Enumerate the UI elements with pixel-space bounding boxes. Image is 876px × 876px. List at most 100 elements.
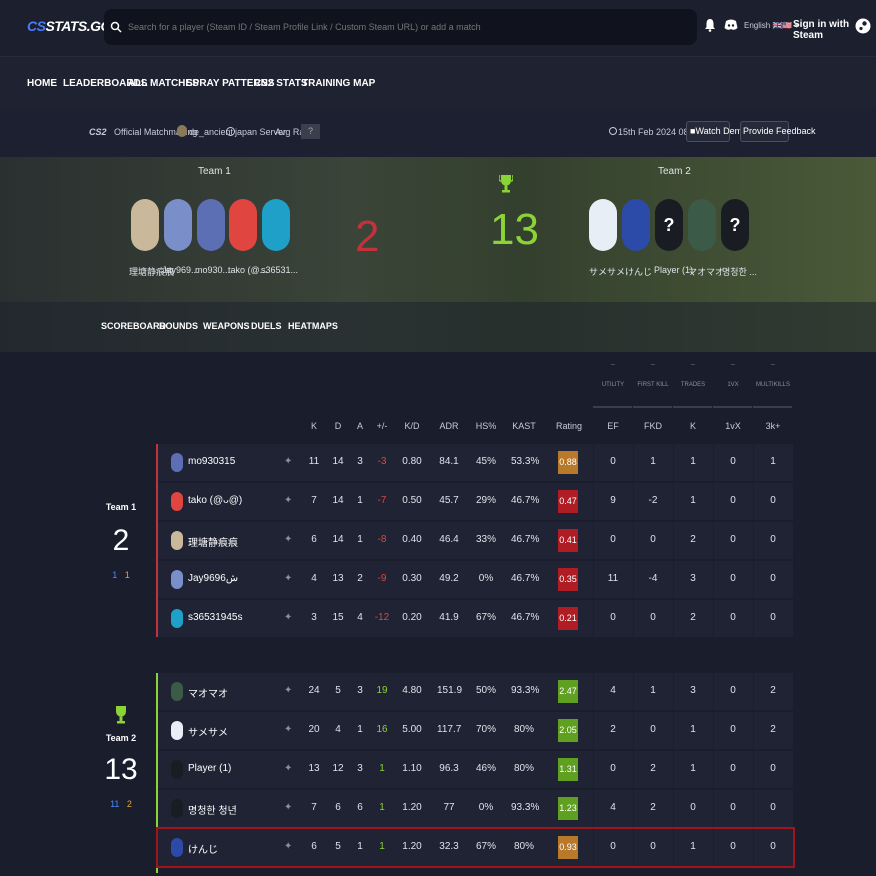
table-row[interactable]: サメサメ ✦ 20 4 1 16 5.00 117.7 70% 80% 2 0 1 0 2 2.05 xyxy=(158,712,793,749)
tab-scoreboard[interactable]: SCOREBOARD xyxy=(101,321,166,331)
search-bar[interactable] xyxy=(104,9,697,45)
stat-a: 3 xyxy=(357,685,363,696)
col-fkd[interactable]: FKD xyxy=(633,421,673,431)
feedback-button[interactable]: Provide Feedback xyxy=(740,121,816,142)
team2-avatar-3[interactable]: ? xyxy=(655,199,683,251)
col-d[interactable]: D xyxy=(328,421,348,431)
avatar[interactable] xyxy=(171,492,183,511)
avatar[interactable] xyxy=(171,453,183,472)
stat-d: 15 xyxy=(332,612,344,623)
team1-player-name[interactable]: mo930... xyxy=(195,265,230,275)
rating-badge: 1.23 xyxy=(558,797,578,820)
stat-kd: 5.00 xyxy=(402,724,422,735)
col-kd[interactable]: K/D xyxy=(400,421,424,431)
stat-a: 4 xyxy=(357,612,363,623)
stat-hs: 0% xyxy=(478,802,494,813)
stat-a: 1 xyxy=(357,841,363,852)
avatar[interactable] xyxy=(171,682,183,701)
team1-player-name[interactable]: s36531... xyxy=(261,265,298,275)
avatar[interactable] xyxy=(171,609,183,628)
logo[interactable]: CSSTATS.GG xyxy=(27,18,111,34)
col-3k[interactable]: 3k+ xyxy=(753,421,793,431)
team1-player-name[interactable]: Jay969... xyxy=(162,265,199,275)
steam-icon[interactable] xyxy=(855,15,871,37)
team2-side-score: 13 xyxy=(104,753,138,786)
tab-duels[interactable]: DUELS xyxy=(251,321,282,331)
main-nav: HOME LEADERBOARDS ALL MATCHES SPRAY PATT… xyxy=(0,56,876,108)
stat-hs: 45% xyxy=(475,456,496,467)
team2-avatar-5[interactable]: ? xyxy=(721,199,749,251)
col-kast[interactable]: KAST xyxy=(511,421,537,431)
stat-d: 14 xyxy=(332,495,344,506)
table-row[interactable]: マオマオ ✦ 24 5 3 19 4.80 151.9 50% 93.3% 4 1 3 0 2 2.47 xyxy=(158,673,793,710)
stat-kast: 53.3% xyxy=(511,456,540,467)
player-name[interactable]: mo930315 xyxy=(188,456,235,467)
table-row[interactable]: 理塘静痕痕 ✦ 6 14 1 -8 0.40 46.4 33% 46.7% 0 0 2 0 0 0.41 xyxy=(158,522,793,559)
team1-avatar-2[interactable] xyxy=(164,199,192,251)
team2-avatar-4[interactable] xyxy=(688,199,716,251)
nav-training-map[interactable]: TRAINING MAP xyxy=(302,78,375,89)
avatar[interactable] xyxy=(171,838,183,857)
trophy-icon xyxy=(116,706,126,724)
tab-heatmaps[interactable]: HEATMAPS xyxy=(288,321,338,331)
search-input[interactable] xyxy=(128,22,668,32)
col-ef[interactable]: EF xyxy=(593,421,633,431)
col-plus-minus[interactable]: +/- xyxy=(372,421,392,431)
nav-home[interactable]: HOME xyxy=(27,78,57,89)
team2-player-name[interactable]: けんじ xyxy=(625,265,652,278)
team1-avatar-5[interactable] xyxy=(262,199,290,251)
team2-avatar-2[interactable] xyxy=(622,199,650,251)
team1-avatar-3[interactable] xyxy=(197,199,225,251)
avatar[interactable] xyxy=(171,570,183,589)
player-name[interactable]: 명청한 청년 xyxy=(188,802,237,817)
stat-adr: 84.1 xyxy=(439,456,459,467)
table-row[interactable]: Player (1) ✦ 13 12 3 1 1.10 96.3 46% 80% 0 2 1 0 0 1.31 xyxy=(158,751,793,788)
stat-a: 1 xyxy=(357,495,363,506)
team1-avatar-1[interactable] xyxy=(131,199,159,251)
col-adr[interactable]: ADR xyxy=(437,421,461,431)
team2-avatar-1[interactable] xyxy=(589,199,617,251)
stat-hs: 33% xyxy=(475,534,496,545)
tab-weapons[interactable]: WEAPONS xyxy=(203,321,250,331)
col-k[interactable]: K xyxy=(304,421,324,431)
avatar[interactable] xyxy=(171,799,183,818)
player-name[interactable]: s36531945s xyxy=(188,612,243,623)
nav-cs2-stats[interactable]: CS2 STATS xyxy=(254,78,308,89)
table-row[interactable]: 명청한 청년 ✦ 7 6 6 1 1.20 77 0% 93.3% 4 2 0 0 0 1.23 xyxy=(158,790,793,827)
stat-tk: 0 xyxy=(690,802,696,813)
stat-kast: 93.3% xyxy=(511,802,540,813)
col-trade-k[interactable]: K xyxy=(673,421,713,431)
table-row[interactable]: tako (@ᴗ@) ✦ 7 14 1 -7 0.50 45.7 29% 46.7% 9 -2 1 0 0 0… xyxy=(158,483,793,520)
stat-mk: 0 xyxy=(770,763,776,774)
table-row-highlighted[interactable]: けんじ ✦ 6 5 1 1 1.20 32.3 67% 80% 0 0 1 0 0 0.93 xyxy=(156,827,795,868)
avatar[interactable] xyxy=(171,760,183,779)
col-1vx[interactable]: 1vX xyxy=(713,421,753,431)
team2-player-name[interactable]: 명청한 ... xyxy=(722,265,757,278)
team2-player-name[interactable]: マオマオ xyxy=(688,265,724,278)
table-row[interactable]: mo930315 ✦ 11 14 3 -3 0.80 84.1 45% 53.3% 0 1 1 0 1 0.8… xyxy=(158,444,793,481)
player-name[interactable]: サメサメ xyxy=(188,724,228,739)
tab-rounds[interactable]: ROUNDS xyxy=(159,321,198,331)
watch-demo-button[interactable]: ■Watch Demo xyxy=(686,121,747,142)
player-name[interactable]: マオマオ xyxy=(188,685,228,700)
team2-player-name[interactable]: サメサメ xyxy=(589,265,625,278)
player-name[interactable]: Jay9696ش xyxy=(188,573,238,584)
table-row[interactable]: Jay9696ش ✦ 4 13 2 -9 0.30 49.2 0% 46.7% 11 -4 3 0 0 0.3… xyxy=(158,561,793,598)
player-name[interactable]: 理塘静痕痕 xyxy=(188,534,238,549)
player-name[interactable]: tako (@ᴗ@) xyxy=(188,495,242,506)
rating-badge: 2.05 xyxy=(558,719,578,742)
stat-kast: 46.7% xyxy=(511,573,540,584)
language-selector[interactable]: English 🇬🇧🇺🇸 ▾ xyxy=(744,21,799,30)
avatar[interactable] xyxy=(171,531,183,550)
table-row[interactable]: s36531945s ✦ 3 15 4 -12 0.20 41.9 67% 46.7% 0 0 2 0 0 0… xyxy=(158,600,793,637)
team1-avatar-4[interactable] xyxy=(229,199,257,251)
col-rating[interactable]: Rating xyxy=(554,421,584,431)
player-name[interactable]: けんじ xyxy=(188,841,218,856)
col-hs[interactable]: HS% xyxy=(474,421,498,431)
player-name[interactable]: Player (1) xyxy=(188,763,231,774)
avatar[interactable] xyxy=(171,721,183,740)
col-a[interactable]: A xyxy=(350,421,370,431)
server-icon xyxy=(226,127,235,136)
discord-icon[interactable] xyxy=(724,19,738,31)
bell-icon[interactable] xyxy=(704,18,716,32)
